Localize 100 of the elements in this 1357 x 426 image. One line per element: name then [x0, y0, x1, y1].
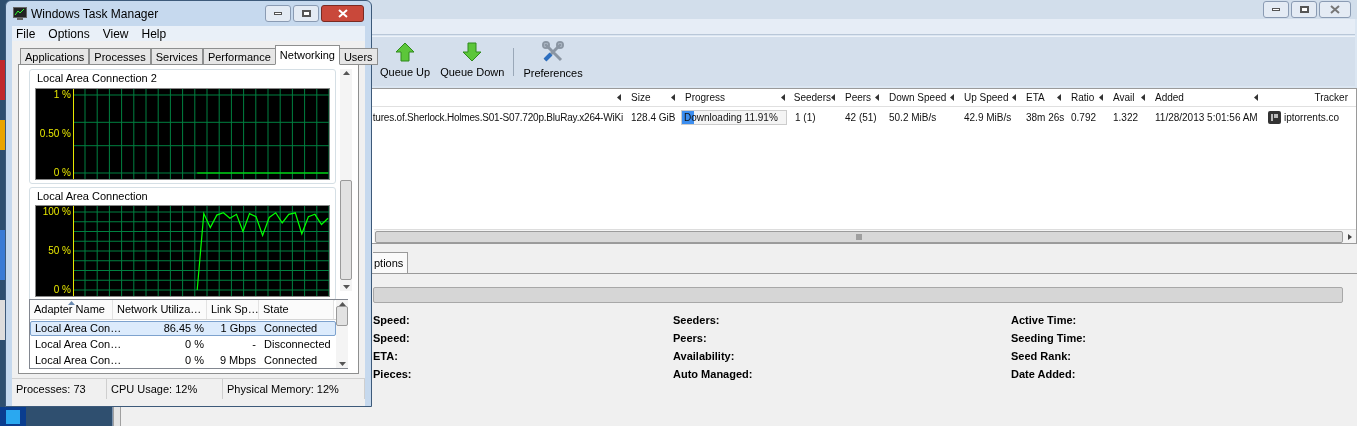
detail-label: ETA: — [373, 349, 399, 363]
scrollbar-thumb[interactable] — [340, 180, 352, 280]
detail-label: Availability: — [673, 349, 736, 363]
table-cell: 42 (51) — [845, 111, 877, 123]
scroll-down-icon[interactable] — [342, 285, 350, 289]
detail-label: Seeders: — [673, 313, 721, 327]
maximize-button[interactable] — [1291, 1, 1317, 18]
adapter-row[interactable]: Local Area Con… 0 % 9 Mbps Connected — [30, 353, 336, 368]
tracker-text: iptorrents.co — [1284, 110, 1340, 125]
column-header[interactable]: Ratio — [1071, 90, 1095, 105]
column-header[interactable]: ETA — [1026, 90, 1045, 105]
tools-icon — [542, 41, 565, 64]
desktop-icon[interactable] — [0, 407, 26, 426]
table-cell-text: 0 % — [185, 353, 204, 369]
sort-up-icon — [68, 301, 75, 305]
table-cell-text: Local Area Con… — [35, 321, 122, 337]
column-header[interactable]: Up Speed — [964, 90, 1009, 105]
status-text: CPU Usage: 12% — [111, 381, 198, 397]
close-button[interactable] — [321, 5, 364, 22]
sort-arrow-icon — [1254, 94, 1258, 101]
column-header[interactable]: Tracker — [1314, 90, 1348, 105]
column-header[interactable]: Progress — [685, 90, 725, 105]
window-title: Windows Task Manager — [31, 5, 159, 23]
column-header[interactable]: Size — [631, 90, 651, 105]
column-header[interactable]: Avail — [1113, 90, 1135, 105]
table-cell: 50.2 MiB/s — [889, 111, 937, 123]
tab[interactable]: Networking — [274, 45, 340, 65]
detail-label: Seeding Time: — [1011, 331, 1087, 345]
graph-title: Local Area Connection — [37, 188, 149, 204]
detail-label: Speed: — [373, 313, 411, 327]
column-header[interactable]: Network Utiliza… — [113, 300, 207, 319]
sort-arrow-icon — [1141, 94, 1145, 101]
status-text: Processes: 73 — [16, 381, 86, 397]
table-cell-text: - — [252, 337, 256, 353]
column-header[interactable]: Added — [1155, 90, 1184, 105]
column-header[interactable]: Seeders — [793, 90, 831, 105]
arrow-up-icon — [395, 42, 416, 63]
table-cell-text: 9 Mbps — [219, 353, 256, 369]
column-header[interactable]: Link Sp… — [207, 300, 259, 319]
detail-label: Auto Managed: — [673, 367, 754, 381]
table-cell-text: Disconnected — [264, 337, 331, 353]
details-tab[interactable]: ptions — [373, 252, 409, 273]
adapter-row[interactable]: Local Area Con… 86.45 % 1 Gbps Connected — [30, 321, 336, 336]
column-header[interactable]: Down Speed — [889, 90, 947, 105]
axis-tick-label: 0.50 % — [39, 128, 71, 139]
sort-arrow-icon — [831, 94, 835, 101]
table-cell: 128.4 GiB — [631, 111, 676, 123]
minimize-button[interactable] — [265, 5, 291, 22]
grip-icon — [856, 233, 862, 240]
axis-tick-label: 100 % — [42, 207, 71, 217]
table-cell: 42.9 MiB/s — [964, 111, 1012, 123]
table-cell-text: Connected — [264, 353, 318, 369]
table-cell: 38m 26s — [1026, 111, 1065, 123]
sort-arrow-icon — [671, 94, 675, 101]
sort-arrow-icon — [1012, 94, 1016, 101]
table-cell: 0.792 — [1071, 111, 1097, 123]
menu-item[interactable]: Help — [141, 26, 167, 41]
sort-arrow-icon — [875, 94, 879, 101]
sort-arrow-icon — [781, 94, 785, 101]
detail-label: Peers: — [673, 331, 708, 345]
menu-item[interactable]: Options — [48, 26, 90, 41]
detail-label: Pieces: — [373, 367, 413, 381]
menu-item[interactable]: File — [16, 26, 36, 41]
toolbar-button[interactable]: Preferences — [522, 41, 584, 82]
torrent-name: tures.of.Sherlock.Holmes.S01-S07.720p.BluRay.x264-WiKi — [372, 110, 623, 125]
axis-tick-label: 0 % — [53, 285, 71, 295]
table-cell-text: 0 % — [185, 337, 204, 353]
detail-label: Active Time: — [1011, 313, 1078, 327]
vertical-scrollbar[interactable] — [336, 300, 348, 368]
axis-tick-label: 1 % — [53, 89, 71, 100]
sort-arrow-icon — [1099, 94, 1103, 101]
adapter-row[interactable]: Local Area Con… 0 % - Disconnected — [30, 337, 336, 352]
column-header[interactable]: State — [259, 300, 334, 319]
toolbar-button[interactable]: Queue Down — [439, 42, 506, 81]
graph-title: Local Area Connection 2 — [37, 71, 158, 86]
sort-arrow-icon — [617, 94, 621, 101]
status-text: Physical Memory: 12% — [227, 381, 339, 397]
menu-item[interactable]: View — [102, 26, 129, 41]
sort-arrow-icon — [1057, 94, 1061, 101]
arrow-down-icon — [462, 42, 483, 63]
maximize-button[interactable] — [293, 5, 319, 22]
scroll-up-icon[interactable] — [342, 71, 350, 75]
column-header[interactable]: Peers — [845, 90, 872, 105]
axis-tick-label: 50 % — [48, 246, 71, 256]
column-header[interactable]: Adapter Name — [30, 300, 113, 319]
close-icon — [337, 9, 348, 18]
table-cell-text: Local Area Con… — [35, 353, 122, 369]
minimize-button[interactable] — [1263, 1, 1289, 18]
table-cell: 1.322 — [1113, 111, 1139, 123]
table-cell-text: Local Area Con… — [35, 337, 122, 353]
table-cell-text: 86.45 % — [163, 321, 204, 337]
detail-label: Speed: — [373, 331, 411, 345]
scroll-down-icon[interactable] — [338, 362, 346, 366]
toolbar-button[interactable]: Queue Up — [379, 42, 432, 81]
table-cell: 11/28/2013 5:01:56 AM — [1155, 111, 1258, 123]
detail-label: Date Added: — [1011, 367, 1077, 381]
table-cell-text: Connected — [264, 321, 318, 337]
vertical-scrollbar[interactable] — [340, 69, 352, 291]
table-cell-text: 1 Gbps — [220, 321, 256, 337]
scrollbar-thumb[interactable] — [336, 306, 348, 326]
